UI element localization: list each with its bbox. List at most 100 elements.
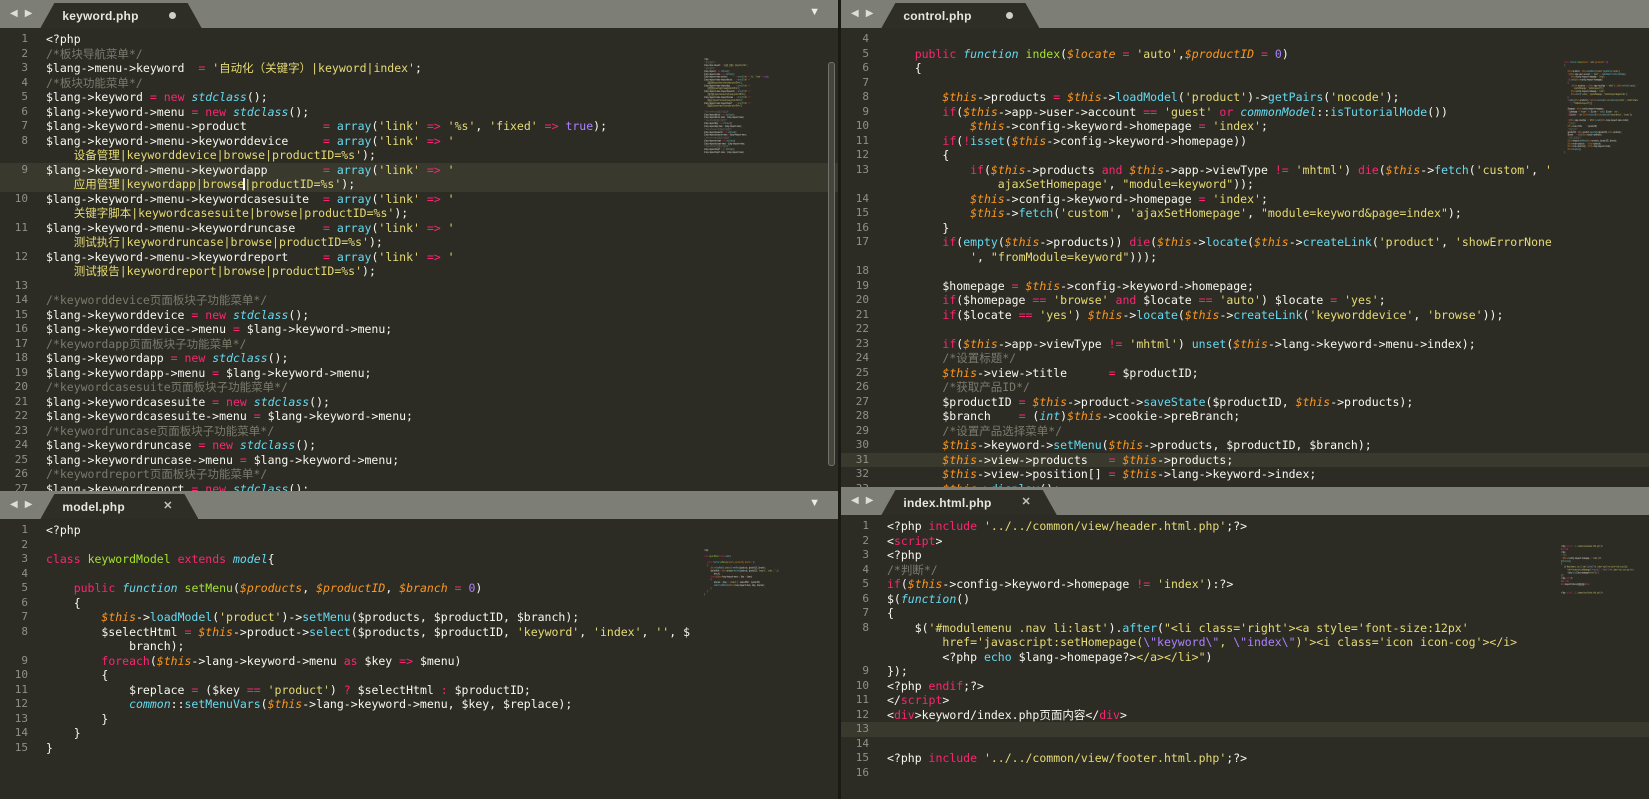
code-line[interactable]: 4/*判断*/ <box>841 563 1649 578</box>
code-line[interactable]: 18 <box>841 264 1649 279</box>
code-line[interactable]: 9$lang->keyword->menu->keywordapp = arra… <box>0 163 838 178</box>
code-line[interactable]: <?php echo $lang->homepage?></a></li>") <box>841 650 1649 665</box>
code-line[interactable]: 28 $branch = (int)$this->cookie->preBran… <box>841 409 1649 424</box>
code-line[interactable]: 19$lang->keywordapp->menu = $lang->keywo… <box>0 366 838 381</box>
code-line[interactable]: branch); <box>0 639 838 654</box>
code-line[interactable]: 7{ <box>841 606 1649 621</box>
code-line[interactable]: 15 $this->fetch('custom', 'ajaxSetHomepa… <box>841 206 1649 221</box>
prev-tab-icon[interactable]: ◀ <box>851 496 859 506</box>
code-line[interactable]: 10<?php endif;?> <box>841 679 1649 694</box>
code-line[interactable]: 7 <box>841 76 1649 91</box>
code-line[interactable]: 32 $this->view->position[] = $this->lang… <box>841 467 1649 482</box>
tab-overflow-menu-icon[interactable]: ▼ <box>809 7 820 18</box>
code-line[interactable]: 13 <box>841 722 1649 737</box>
code-line[interactable]: 4 <box>841 32 1649 47</box>
code-line[interactable]: 11 if(!isset($this->config->keyword->hom… <box>841 134 1649 149</box>
tab-model.php[interactable]: model.php✕ <box>40 494 198 519</box>
code-line[interactable]: 8 $('#modulemenu .nav li:last').after("<… <box>841 621 1649 636</box>
next-tab-icon[interactable]: ▶ <box>25 500 33 510</box>
code-line[interactable]: ', "fromModule=keyword"))); <box>841 250 1649 265</box>
tab-control.php[interactable]: control.php <box>881 3 1039 28</box>
code-line[interactable]: 5if($this->config->keyword->homepage != … <box>841 577 1649 592</box>
code-line[interactable]: 11 $replace = ($key == 'product') ? $sel… <box>0 683 838 698</box>
code-line[interactable]: 26 /*获取产品ID*/ <box>841 380 1649 395</box>
code-line[interactable]: 13 } <box>0 712 838 727</box>
code-line[interactable]: 1<?php <box>0 523 838 538</box>
code-line[interactable]: 16 } <box>841 221 1649 236</box>
code-line[interactable]: 15} <box>0 741 838 756</box>
code-line[interactable]: 22 <box>841 322 1649 337</box>
close-tab-icon[interactable]: ✕ <box>163 501 172 512</box>
code-line[interactable]: 16 <box>841 766 1649 781</box>
code-line[interactable]: 23/*keywordruncase页面板块子功能菜单*/ <box>0 424 838 439</box>
code-line[interactable]: 16$lang->keyworddevice->menu = $lang->ke… <box>0 322 838 337</box>
prev-tab-icon[interactable]: ◀ <box>851 9 859 19</box>
code-line[interactable]: 21 if($locate == 'yes') $this->locate($t… <box>841 308 1649 323</box>
code-line[interactable]: 12<div>keyword/index.php页面内容</div> <box>841 708 1649 723</box>
code-line[interactable]: 10 $this->config->keyword->homepage = 'i… <box>841 119 1649 134</box>
minimap[interactable]: 45 public function index($locate = 'auto… <box>1556 58 1640 156</box>
next-tab-icon[interactable]: ▶ <box>25 9 33 19</box>
code-line[interactable]: 17/*keywordapp页面板块子功能菜单*/ <box>0 337 838 352</box>
code-line[interactable]: 15$lang->keyworddevice = new stdclass(); <box>0 308 838 323</box>
code-line[interactable]: 14 } <box>0 726 838 741</box>
code-editor-area[interactable]: 1<?php23class keywordModel extends model… <box>0 519 838 799</box>
code-line[interactable]: 27 $productID = $this->product->saveStat… <box>841 395 1649 410</box>
code-line[interactable]: 24 /*设置标题*/ <box>841 351 1649 366</box>
code-line[interactable]: 9}); <box>841 664 1649 679</box>
code-line[interactable]: 18$lang->keywordapp = new stdclass(); <box>0 351 838 366</box>
code-line[interactable]: 6 { <box>841 61 1649 76</box>
code-line[interactable]: 6$(function() <box>841 592 1649 607</box>
code-line[interactable]: 23 if($this->app->viewType != 'mhtml') u… <box>841 337 1649 352</box>
code-line[interactable]: 7 $this->loadModel('product')->setMenu($… <box>0 610 838 625</box>
code-line[interactable]: 10 { <box>0 668 838 683</box>
code-line[interactable]: 14 $this->config->keyword->homepage = 'i… <box>841 192 1649 207</box>
code-line[interactable]: 15<?php include '../../common/view/foote… <box>841 751 1649 766</box>
code-line[interactable]: 25 $this->view->title = $productID; <box>841 366 1649 381</box>
code-line[interactable]: 20/*keywordcasesuite页面板块子功能菜单*/ <box>0 380 838 395</box>
code-line[interactable]: 8 $selectHtml = $this->product->select($… <box>0 625 838 640</box>
code-line[interactable]: 2<script> <box>841 534 1649 549</box>
code-line[interactable]: 14 <box>841 737 1649 752</box>
code-line[interactable]: 25$lang->keywordruncase->menu = $lang->k… <box>0 453 838 468</box>
code-line[interactable]: 9 if($this->app->user->account == 'guest… <box>841 105 1649 120</box>
code-line[interactable]: 1<?php include '../../common/view/header… <box>841 519 1649 534</box>
code-line[interactable]: 应用管理|keywordapp|browse|productID=%s'); <box>0 177 838 192</box>
code-line[interactable]: 10$lang->keyword->menu->keywordcasesuite… <box>0 192 838 207</box>
code-line[interactable]: 27$lang->keywordreport = new stdclass(); <box>0 482 838 492</box>
code-line[interactable]: 26/*keywordreport页面板块子功能菜单*/ <box>0 467 838 482</box>
code-line[interactable]: 20 if($homepage == 'browse' and $locate … <box>841 293 1649 308</box>
code-line[interactable]: ajaxSetHomepage', "module=keyword")); <box>841 177 1649 192</box>
tab-keyword.php[interactable]: keyword.php <box>40 3 201 28</box>
code-line[interactable]: 11</script> <box>841 693 1649 708</box>
next-tab-icon[interactable]: ▶ <box>866 496 874 506</box>
code-line[interactable]: 8 $this->products = $this->loadModel('pr… <box>841 90 1649 105</box>
minimap[interactable]: 1<?php include '../../common/view/header… <box>1556 545 1640 600</box>
code-line[interactable]: 测试执行|keywordruncase|browse|productID=%s'… <box>0 235 838 250</box>
code-line[interactable]: 19 $homepage = $this->config->keyword->h… <box>841 279 1649 294</box>
code-line[interactable]: 12 common::setMenuVars($this->lang->keyw… <box>0 697 838 712</box>
code-line[interactable]: 17 if(empty($this->products)) die($this-… <box>841 235 1649 250</box>
code-line[interactable]: 22$lang->keywordcasesuite->menu = $lang-… <box>0 409 838 424</box>
code-line[interactable]: 关键字脚本|keywordcasesuite|browse|productID=… <box>0 206 838 221</box>
minimap[interactable]: 1<?php2/*板块导航菜单*/3$lang->menu->keyword =… <box>699 58 783 156</box>
code-line[interactable]: 9 foreach($this->lang->keyword->menu as … <box>0 654 838 669</box>
code-editor-area[interactable]: 1<?php2/*板块导航菜单*/3$lang->menu->keyword =… <box>0 28 838 491</box>
code-line[interactable]: 3<?php <box>841 548 1649 563</box>
code-line[interactable]: 14/*keyworddevice页面板块子功能菜单*/ <box>0 293 838 308</box>
close-tab-icon[interactable]: ✕ <box>1022 497 1031 508</box>
code-line[interactable]: 12$lang->keyword->menu->keywordreport = … <box>0 250 838 265</box>
code-line[interactable]: 1<?php <box>0 32 838 47</box>
minimap[interactable]: 1<?php23class keywordModel extends model… <box>699 549 783 598</box>
tab-overflow-menu-icon[interactable]: ▼ <box>809 498 820 509</box>
code-line[interactable]: 29 /*设置产品选择菜单*/ <box>841 424 1649 439</box>
code-line[interactable]: 24$lang->keywordruncase = new stdclass()… <box>0 438 838 453</box>
code-line[interactable]: href='javascript:setHomepage(\"keyword\"… <box>841 635 1649 650</box>
tab-index.html.php[interactable]: index.html.php✕ <box>881 490 1056 515</box>
prev-tab-icon[interactable]: ◀ <box>10 9 18 19</box>
code-line[interactable]: 12 { <box>841 148 1649 163</box>
code-line[interactable]: 5 public function index($locate = 'auto'… <box>841 47 1649 62</box>
code-editor-area[interactable]: 1<?php include '../../common/view/header… <box>841 515 1649 799</box>
code-editor-area[interactable]: 45 public function index($locate = 'auto… <box>841 28 1649 487</box>
code-line[interactable]: 13 <box>0 279 838 294</box>
